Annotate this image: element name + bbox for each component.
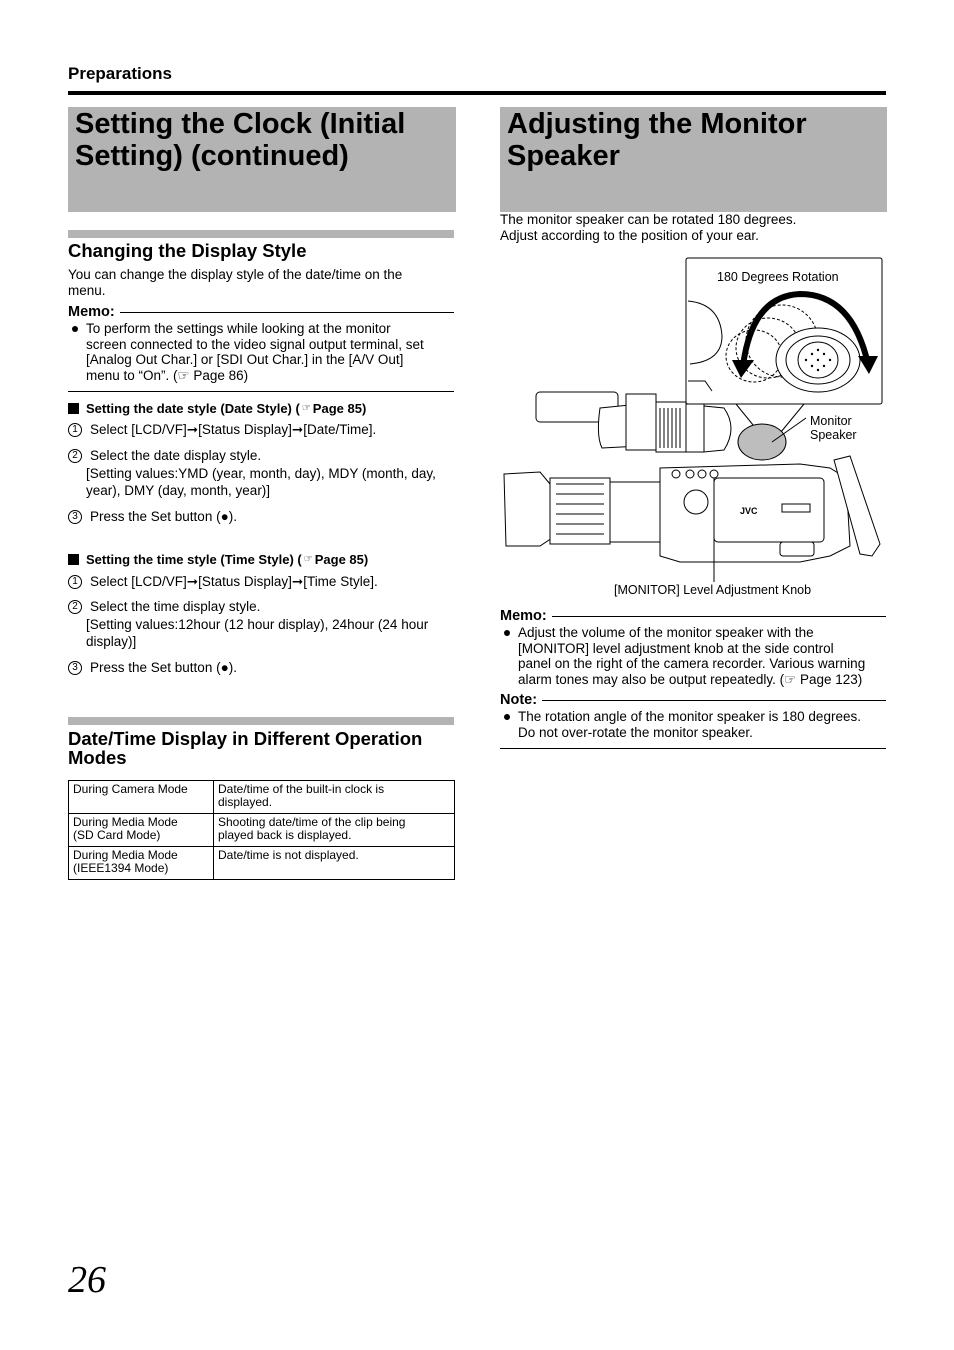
- time-step-3: 3 Press the Set button (●).: [68, 660, 237, 676]
- knob-label: [MONITOR] Level Adjustment Knob: [614, 583, 812, 597]
- table-row: During Media Mode (IEEE1394 Mode) Date/ti…: [68, 846, 455, 880]
- step-number: 1: [68, 423, 82, 437]
- page-reference-icon: ☞: [301, 403, 311, 414]
- mode-cell: During Media Mode (SD Card Mode): [68, 813, 214, 847]
- square-bullet-icon: [68, 554, 79, 565]
- monitor-speaker-label: Monitor Speaker: [810, 414, 857, 442]
- note-divider: [500, 748, 886, 749]
- memo-heading: Memo:: [500, 608, 886, 624]
- mode-cell: During Camera Mode: [68, 780, 214, 814]
- page-reference-icon: ☞: [303, 554, 313, 565]
- time-step-2-values: [Setting values:12hour (12 hour display)…: [86, 617, 429, 649]
- memo-bullet: Adjust the volume of the monitor speaker…: [500, 625, 890, 687]
- date-step-1: 1 Select [LCD/VF]➞[Status Display]➞[Date…: [68, 422, 376, 438]
- left-title: Setting the Clock (Initial Setting) (con…: [75, 108, 406, 172]
- date-step-3: 3 Press the Set button (●).: [68, 509, 237, 525]
- display-style-heading: Changing the Display Style: [68, 240, 307, 261]
- display-style-intro: You can change the display style of the …: [68, 267, 403, 298]
- page-link[interactable]: Page 85): [313, 401, 366, 416]
- page-number: 26: [68, 1259, 106, 1301]
- square-bullet-icon: [68, 403, 79, 414]
- modes-table: During Camera Mode Date/time of the buil…: [68, 780, 455, 880]
- camera-brand-logo: JVC: [740, 506, 758, 516]
- memo-heading: Memo:: [68, 304, 454, 320]
- section-bar: [68, 717, 454, 725]
- description-cell: Shooting date/time of the clip being play…: [213, 813, 455, 847]
- right-title: Adjusting the Monitor Speaker: [507, 108, 807, 172]
- section-label: Preparations: [68, 64, 172, 83]
- step-number: 3: [68, 510, 82, 524]
- modes-heading: Date/Time Display in Different Operation…: [68, 728, 423, 768]
- step-number: 3: [68, 661, 82, 675]
- date-step-2-values: [Setting values:YMD (year, month, day), …: [86, 466, 436, 498]
- memo-divider: [68, 391, 454, 392]
- time-step-1: 1 Select [LCD/VF]➞[Status Display]➞[Time…: [68, 574, 378, 590]
- time-step-2: 2 Select the time display style.: [68, 599, 260, 615]
- mode-cell: During Media Mode (IEEE1394 Mode): [68, 846, 214, 880]
- step-number: 1: [68, 575, 82, 589]
- speaker-intro: The monitor speaker can be rotated 180 d…: [500, 212, 797, 243]
- left-title-box: Setting the Clock (Initial Setting) (con…: [68, 107, 456, 212]
- step-number: 2: [68, 600, 82, 614]
- time-style-heading: Setting the time style (Time Style) ( ☞ …: [68, 552, 368, 567]
- page-link[interactable]: Page 85): [315, 552, 368, 567]
- camera-illustration: JVC 180 Degrees Rotation Monitor Speaker…: [500, 256, 886, 601]
- date-step-2: 2 Select the date display style.: [68, 448, 261, 464]
- step-number: 2: [68, 449, 82, 463]
- section-bar: [68, 230, 454, 238]
- note-heading: Note:: [500, 692, 886, 708]
- description-cell: Date/time is not displayed.: [213, 846, 455, 880]
- table-row: During Media Mode (SD Card Mode) Shooting…: [68, 813, 455, 847]
- header-rule: [68, 91, 886, 95]
- memo-bullet: To perform the settings while looking at…: [68, 321, 458, 383]
- rotation-label: 180 Degrees Rotation: [717, 270, 839, 284]
- table-row: During Camera Mode Date/time of the buil…: [68, 780, 455, 814]
- date-style-heading: Setting the date style (Date Style) ( ☞ …: [68, 401, 366, 416]
- right-title-box: Adjusting the Monitor Speaker: [500, 107, 887, 212]
- note-bullet: The rotation angle of the monitor speake…: [500, 709, 890, 740]
- description-cell: Date/time of the built-in clock is displa…: [213, 780, 455, 814]
